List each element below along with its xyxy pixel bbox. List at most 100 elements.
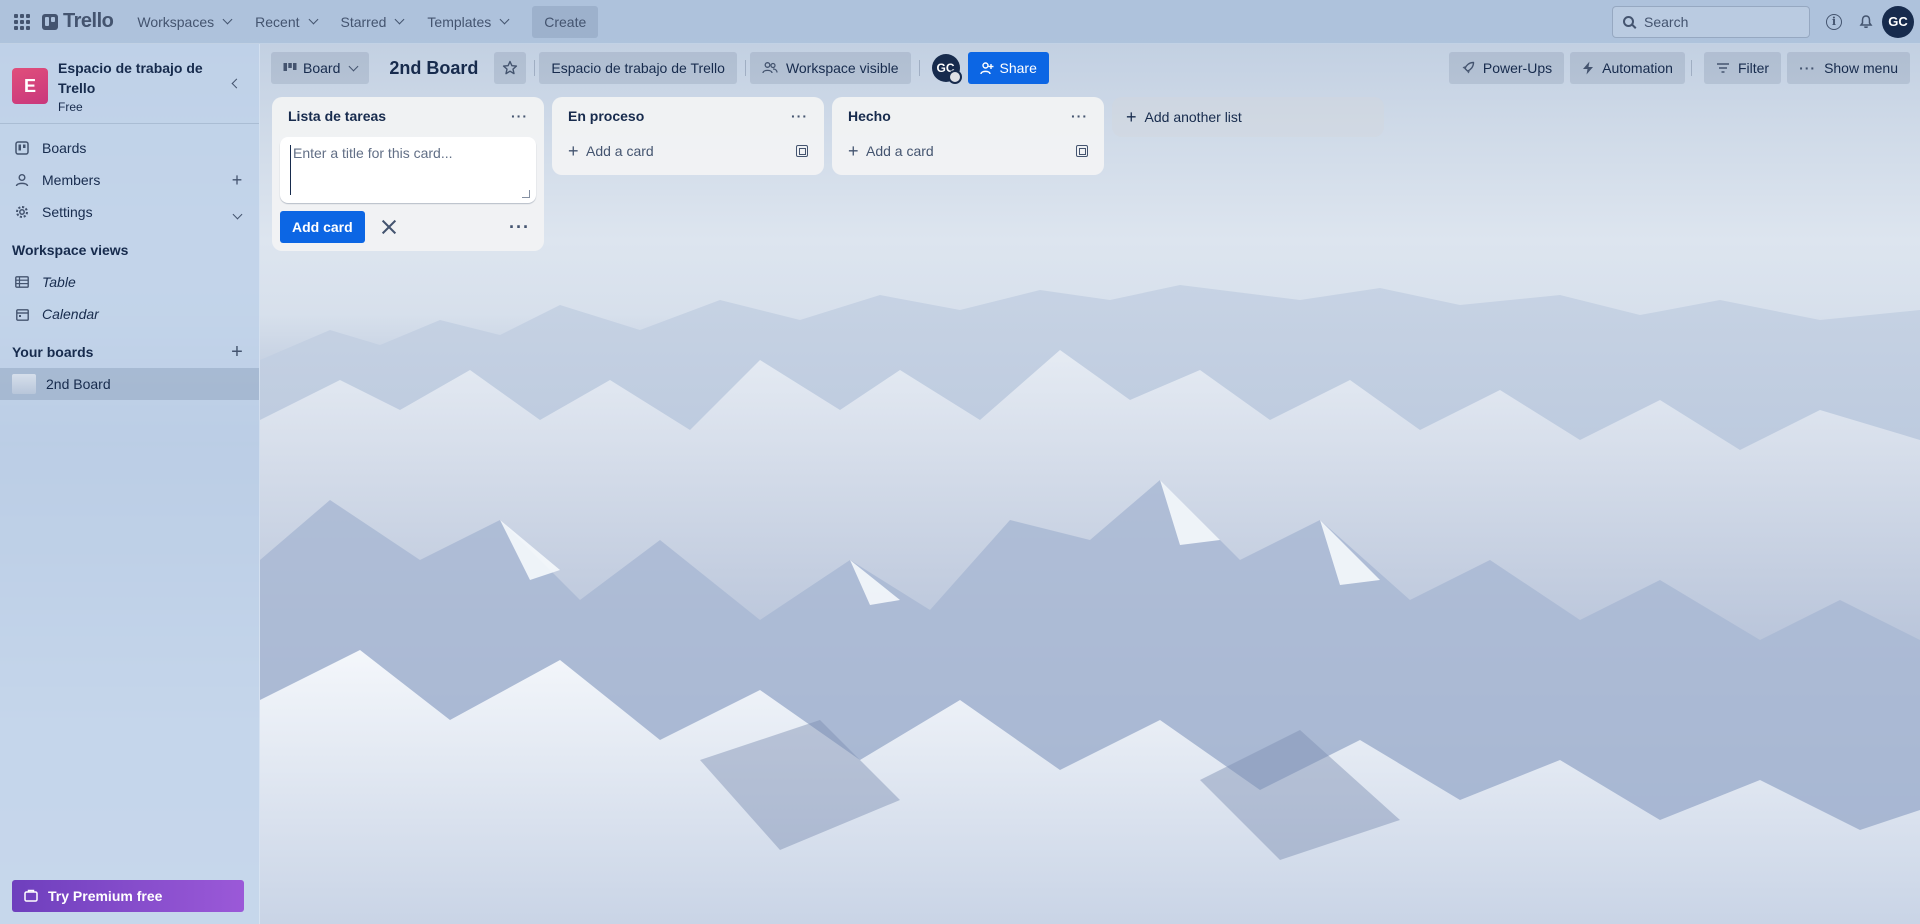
search-icon (1623, 16, 1634, 27)
view-switcher-label: Board (303, 60, 341, 76)
sidebar-item-members[interactable]: Members + (0, 164, 259, 196)
workspaces-menu[interactable]: Workspaces (127, 6, 241, 38)
people-icon (762, 62, 778, 74)
share-label: Share (999, 60, 1037, 76)
workspace-views-label: Workspace views (12, 242, 129, 258)
add-member-icon[interactable]: + (227, 170, 247, 191)
list-title[interactable]: Hecho (848, 108, 891, 124)
board-header-right: Power-Ups Automation Filter ··· Show men… (1448, 52, 1910, 84)
top-nav-right: i GC (1612, 5, 1914, 38)
sidebar-item-calendar[interactable]: Calendar (0, 298, 259, 330)
list-header: Lista de tareas ··· (280, 97, 536, 135)
card-title-input[interactable] (290, 145, 526, 195)
sidebar-item-label: Calendar (42, 306, 99, 322)
chevron-down-icon (499, 14, 510, 25)
try-premium-label: Try Premium free (48, 888, 163, 904)
add-a-card-button[interactable]: + Add a card (840, 135, 1096, 167)
list-menu-icon[interactable]: ··· (1071, 108, 1088, 124)
add-card-button[interactable]: Add card (280, 211, 365, 243)
sidebar-board-2nd-board[interactable]: 2nd Board (0, 368, 259, 400)
chevron-left-icon (231, 78, 241, 88)
sidebar-board-label: 2nd Board (46, 376, 111, 392)
workspaces-menu-label: Workspaces (137, 13, 215, 30)
sidebar-item-label: Settings (42, 204, 93, 220)
show-menu-button[interactable]: ··· Show menu (1787, 52, 1910, 84)
add-another-list-button[interactable]: + Add another list (1112, 97, 1384, 137)
create-board-plus-icon[interactable]: + (227, 341, 247, 364)
card-template-icon[interactable] (796, 145, 808, 157)
templates-menu-label: Templates (427, 13, 492, 30)
try-premium-button[interactable]: Try Premium free (12, 880, 244, 912)
composer-actions: Add card ··· (280, 211, 536, 243)
bell-icon (1859, 14, 1873, 28)
board-view-icon (283, 63, 297, 71)
board-thumbnail (12, 374, 36, 394)
close-icon[interactable] (379, 217, 399, 237)
board-title[interactable]: 2nd Board (377, 58, 490, 79)
trello-board-icon (12, 141, 32, 155)
composer-more-icon[interactable]: ··· (509, 217, 530, 238)
lightning-icon (1583, 61, 1594, 75)
list-en-proceso: En proceso ··· + Add a card (552, 97, 824, 175)
add-a-card-button[interactable]: + Add a card (560, 135, 816, 167)
workspace-name[interactable]: Espacio de trabajo de Trello (58, 58, 208, 98)
table-icon (12, 276, 32, 288)
board-header: Board 2nd Board Espacio de trabajo de Tr… (261, 44, 1920, 92)
app-switcher-icon[interactable] (6, 6, 38, 38)
share-button[interactable]: Share (967, 52, 1049, 84)
star-board-button[interactable] (494, 52, 527, 84)
workspace-sidebar: E Espacio de trabajo de Trello Free Boar… (0, 44, 260, 924)
search-box[interactable] (1612, 5, 1810, 38)
templates-menu[interactable]: Templates (417, 6, 518, 38)
plus-icon: + (568, 140, 579, 161)
separator (1690, 60, 1692, 76)
your-boards-heading: Your boards + (0, 336, 259, 368)
automation-label: Automation (1602, 60, 1673, 76)
list-header: En proceso ··· (560, 97, 816, 135)
member-avatar[interactable]: GC (931, 54, 962, 84)
star-icon (503, 60, 518, 75)
list-title[interactable]: En proceso (568, 108, 644, 124)
gear-icon (12, 205, 32, 219)
account-avatar[interactable]: GC (1882, 5, 1914, 38)
list-menu-icon[interactable]: ··· (511, 108, 528, 124)
automation-button[interactable]: Automation (1570, 52, 1685, 84)
add-a-card-label: Add a card (586, 143, 654, 159)
workspace-button[interactable]: Espacio de trabajo de Trello (539, 52, 737, 84)
plus-icon: + (848, 140, 859, 161)
visibility-button[interactable]: Workspace visible (749, 52, 911, 84)
starred-menu-label: Starred (340, 13, 387, 30)
visibility-label: Workspace visible (785, 60, 899, 76)
list-menu-icon[interactable]: ··· (791, 108, 808, 124)
starred-menu[interactable]: Starred (331, 6, 414, 38)
resize-handle-icon[interactable] (522, 190, 530, 198)
view-switcher-button[interactable]: Board (271, 52, 370, 84)
sidebar-item-label: Boards (42, 140, 87, 156)
chevron-down-icon (348, 61, 359, 71)
filter-button[interactable]: Filter (1703, 52, 1782, 84)
info-icon: i (1826, 13, 1842, 30)
workspace-info: Espacio de trabajo de Trello Free (58, 58, 208, 114)
list-title[interactable]: Lista de tareas (288, 108, 386, 124)
sidebar-item-settings[interactable]: Settings (0, 196, 259, 228)
trello-logo-icon (42, 13, 58, 30)
power-ups-button[interactable]: Power-Ups (1448, 52, 1565, 84)
calendar-icon (12, 308, 32, 321)
workspace-header: E Espacio de trabajo de Trello Free (0, 44, 259, 124)
separator (534, 60, 536, 76)
create-button[interactable]: Create (532, 5, 599, 38)
notifications-button[interactable] (1850, 6, 1882, 38)
show-menu-label: Show menu (1824, 60, 1898, 76)
collapse-sidebar-button[interactable] (225, 72, 247, 94)
chevron-down-icon (394, 14, 405, 25)
recent-menu[interactable]: Recent (245, 6, 326, 38)
sidebar-item-boards[interactable]: Boards (0, 132, 259, 164)
sidebar-item-table[interactable]: Table (0, 266, 259, 298)
trello-logo[interactable]: Trello (42, 10, 114, 33)
card-template-icon[interactable] (1076, 145, 1088, 157)
chevron-down-icon[interactable] (227, 202, 247, 223)
search-input[interactable] (1644, 13, 1794, 30)
list-lista-de-tareas: Lista de tareas ··· Add card ··· (272, 97, 544, 251)
information-button[interactable]: i (1818, 6, 1850, 38)
workspace-logo[interactable]: E (12, 68, 48, 104)
